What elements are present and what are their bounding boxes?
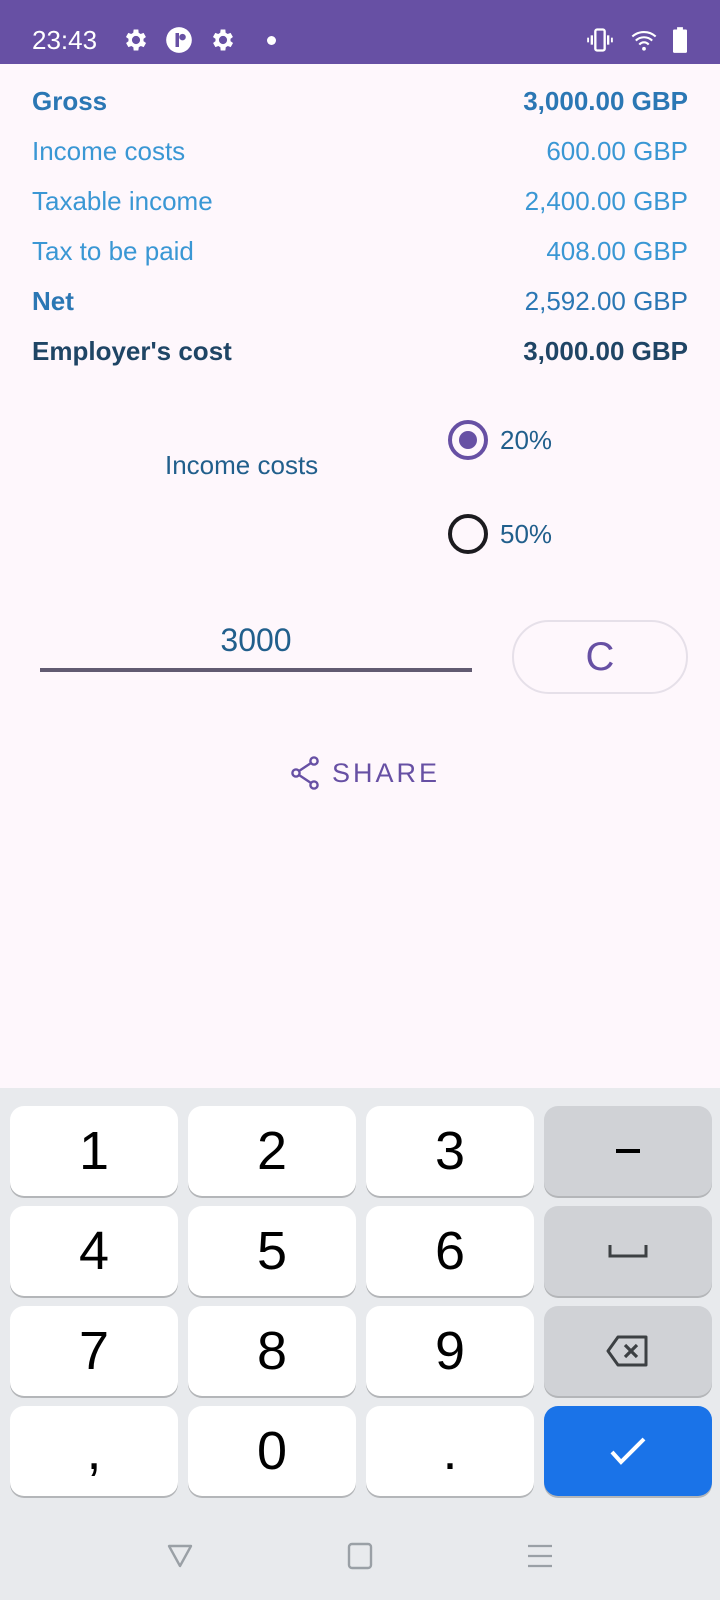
result-label: Tax to be paid bbox=[32, 236, 194, 266]
result-value: 408.00 GBP bbox=[546, 236, 688, 266]
navigation-bar bbox=[0, 1508, 720, 1600]
vibrate-icon bbox=[587, 28, 613, 52]
key-0[interactable]: 0 bbox=[188, 1406, 356, 1496]
backspace-icon bbox=[606, 1335, 648, 1367]
radio-20-percent[interactable]: 20% bbox=[448, 420, 552, 460]
menu-lines-icon bbox=[528, 1544, 552, 1568]
radio-label: 50% bbox=[500, 518, 553, 549]
wifi-icon bbox=[631, 30, 657, 51]
key-minus[interactable] bbox=[544, 1106, 712, 1196]
key-label: 9 bbox=[434, 1321, 466, 1381]
result-label: Taxable income bbox=[32, 186, 213, 216]
app-notification-icon bbox=[166, 27, 192, 53]
result-value: 2,592.00 GBP bbox=[524, 286, 688, 316]
nav-back-button[interactable] bbox=[160, 1536, 200, 1576]
status-time: 23:43 bbox=[32, 25, 98, 55]
nav-home-button[interactable] bbox=[340, 1536, 380, 1576]
result-row-net: Net 2,592.00 GBP bbox=[32, 276, 688, 326]
key-7[interactable]: 7 bbox=[10, 1306, 178, 1396]
key-label: 2 bbox=[256, 1121, 288, 1181]
share-button[interactable]: SHARE bbox=[290, 756, 440, 790]
result-row-taxable-income: Taxable income 2,400.00 GBP bbox=[32, 176, 688, 226]
key-label: , bbox=[86, 1421, 102, 1481]
key-9[interactable]: 9 bbox=[366, 1306, 534, 1396]
checkmark-icon bbox=[610, 1437, 646, 1465]
key-label: . bbox=[442, 1421, 458, 1481]
key-comma[interactable]: , bbox=[10, 1406, 178, 1496]
battery-icon bbox=[673, 27, 687, 53]
key-2[interactable]: 2 bbox=[188, 1106, 356, 1196]
key-label: 4 bbox=[78, 1221, 110, 1281]
radio-label: 20% bbox=[500, 424, 553, 455]
key-backspace[interactable] bbox=[544, 1306, 712, 1396]
result-value: 3,000.00 GBP bbox=[523, 86, 688, 116]
key-4[interactable]: 4 bbox=[10, 1206, 178, 1296]
key-space[interactable] bbox=[544, 1206, 712, 1296]
radio-unchecked-icon[interactable] bbox=[448, 514, 488, 554]
result-label: Employer's cost bbox=[32, 336, 232, 366]
notification-dot-icon bbox=[267, 36, 276, 45]
key-label: 5 bbox=[256, 1221, 288, 1281]
radio-50-percent[interactable]: 50% bbox=[448, 514, 552, 554]
result-row-tax-to-be-paid: Tax to be paid 408.00 GBP bbox=[32, 226, 688, 276]
radio-checked-icon[interactable] bbox=[448, 420, 488, 460]
key-label: 0 bbox=[256, 1421, 288, 1481]
key-8[interactable]: 8 bbox=[188, 1306, 356, 1396]
income-costs-label: Income costs bbox=[165, 450, 319, 480]
result-value: 3,000.00 GBP bbox=[523, 336, 688, 366]
key-label: 3 bbox=[434, 1121, 466, 1181]
result-row-employers-cost: Employer's cost 3,000.00 GBP bbox=[32, 326, 688, 376]
results-list: Gross 3,000.00 GBP Income costs 600.00 G… bbox=[32, 76, 688, 376]
key-label: 7 bbox=[78, 1321, 110, 1381]
result-value: 600.00 GBP bbox=[546, 136, 688, 166]
space-icon bbox=[608, 1245, 648, 1258]
key-label: 6 bbox=[434, 1221, 466, 1281]
back-triangle-icon bbox=[167, 1544, 193, 1568]
minus-icon bbox=[616, 1149, 640, 1153]
settings-gear-icon bbox=[125, 29, 147, 51]
result-value: 2,400.00 GBP bbox=[524, 186, 688, 216]
key-1[interactable]: 1 bbox=[10, 1106, 178, 1196]
key-label: 8 bbox=[256, 1321, 288, 1381]
key-label: 1 bbox=[78, 1121, 110, 1181]
result-label: Net bbox=[32, 286, 74, 316]
share-label: SHARE bbox=[332, 757, 441, 788]
result-row-income-costs: Income costs 600.00 GBP bbox=[32, 126, 688, 176]
key-enter[interactable] bbox=[544, 1406, 712, 1496]
share-icon bbox=[291, 756, 319, 790]
income-costs-section: Income costs 20% 50% bbox=[0, 410, 720, 570]
result-row-gross: Gross 3,000.00 GBP bbox=[32, 76, 688, 126]
home-square-icon bbox=[347, 1542, 373, 1570]
result-label: Income costs bbox=[32, 136, 186, 166]
key-6[interactable]: 6 bbox=[366, 1206, 534, 1296]
key-period[interactable]: . bbox=[366, 1406, 534, 1496]
amount-input[interactable] bbox=[40, 612, 472, 672]
result-label: Gross bbox=[32, 86, 108, 116]
nav-menu-button[interactable] bbox=[520, 1536, 560, 1576]
key-3[interactable]: 3 bbox=[366, 1106, 534, 1196]
key-5[interactable]: 5 bbox=[188, 1206, 356, 1296]
clear-button[interactable]: C bbox=[512, 620, 688, 694]
status-bar: 23:43 bbox=[0, 0, 720, 64]
settings-gear-icon bbox=[212, 29, 234, 51]
